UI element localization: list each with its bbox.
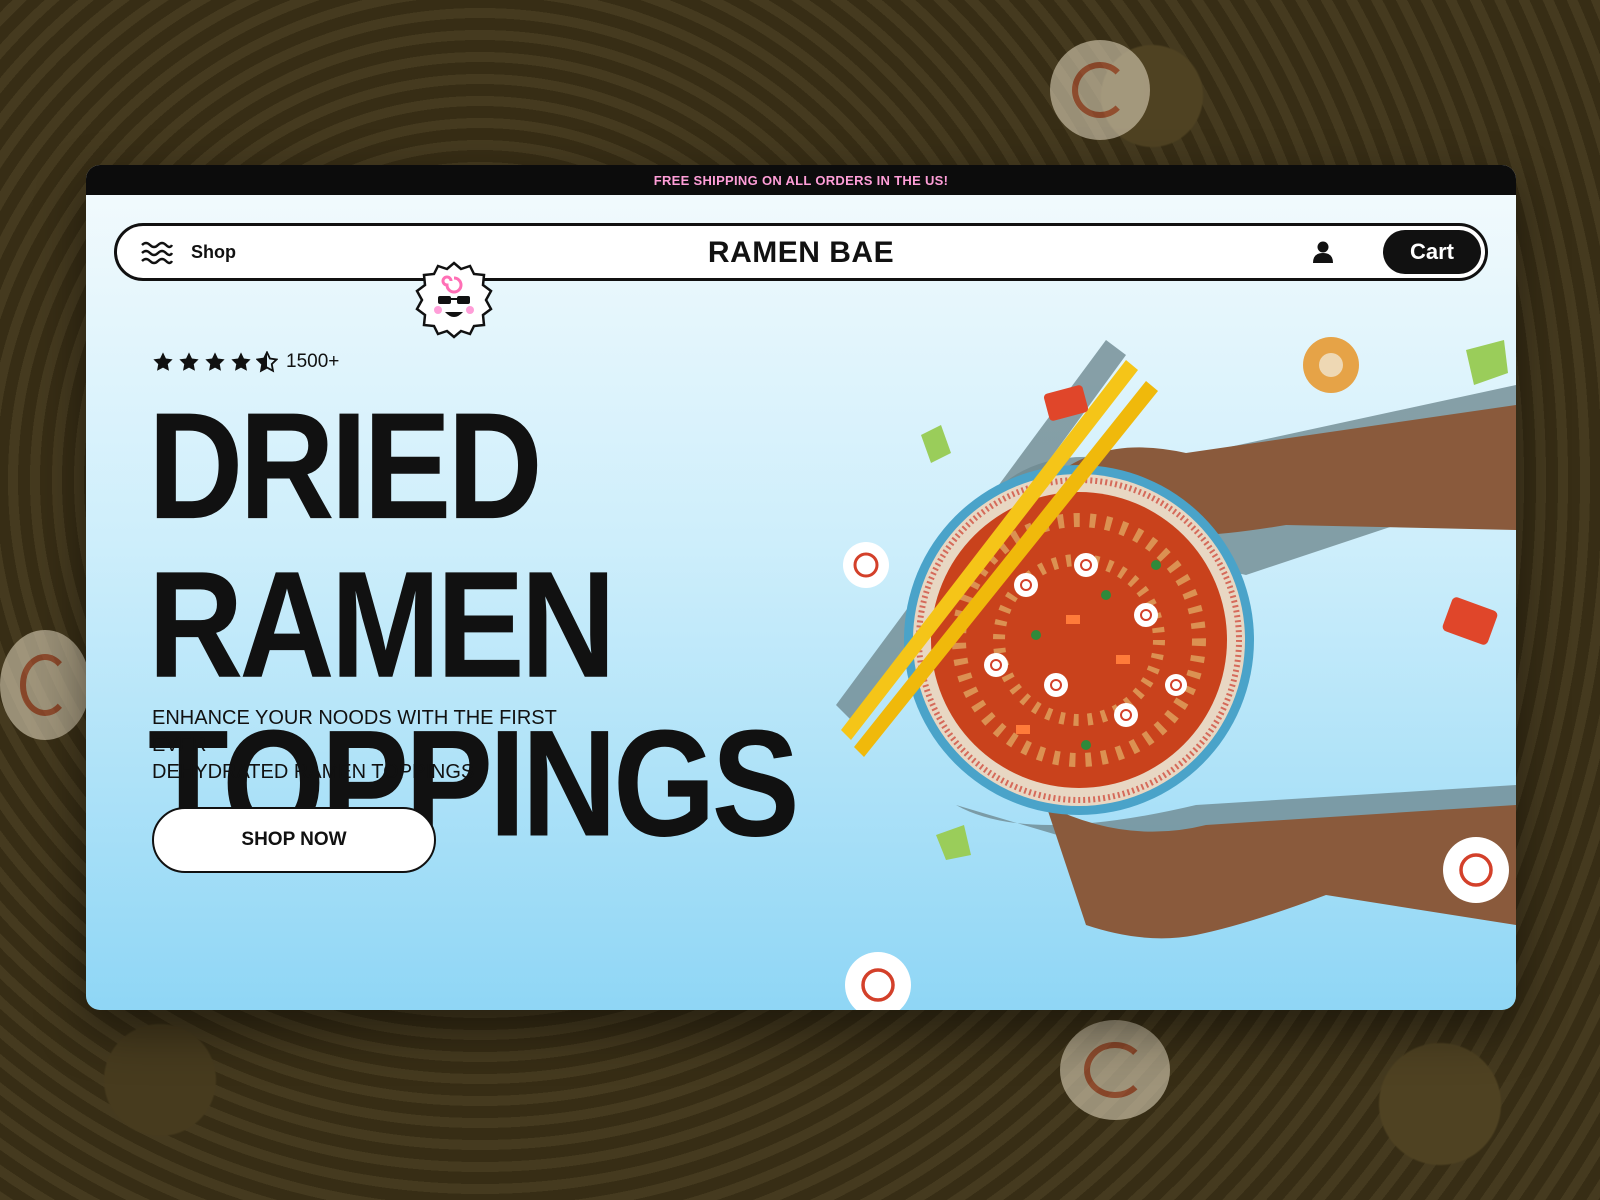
star-icon: [231, 352, 251, 371]
mascot-naruto-icon: [414, 260, 494, 340]
background-naruto: [1060, 1020, 1170, 1120]
star-icon: [205, 352, 225, 371]
floating-naruto: [1443, 837, 1509, 903]
browser-page: FREE SHIPPING ON ALL ORDERS IN THE US! S…: [86, 165, 1516, 1010]
brand-logo[interactable]: RAMEN BAE: [117, 236, 1485, 270]
cart-button[interactable]: Cart: [1383, 230, 1481, 274]
headline-line-1: DRIED RAMEN: [148, 381, 616, 709]
floating-shrimp: [1303, 337, 1359, 393]
hero-headline: DRIED RAMEN TOPPINGS: [148, 381, 800, 863]
ramen-broth: [931, 492, 1227, 788]
half-star-icon: [256, 351, 278, 373]
floating-crab-stick: [1043, 385, 1089, 421]
navbar: Shop RAMEN BAE Cart: [114, 223, 1488, 281]
promo-banner: FREE SHIPPING ON ALL ORDERS IN THE US!: [86, 165, 1516, 195]
star-icon: [153, 352, 173, 371]
ramen-bowl-hero-image: [836, 337, 1516, 1010]
star-icon: [179, 352, 199, 371]
subtext-line-1: ENHANCE YOUR NOODS WITH THE FIRST EVER: [152, 707, 557, 756]
subtext-line-2: DEHYDRATED RAMEN TOPPINGS: [152, 761, 475, 783]
user-icon[interactable]: [1312, 240, 1334, 264]
background-naruto: [0, 630, 90, 740]
product-rating: 1500+: [152, 351, 339, 373]
star-rating: [152, 351, 278, 373]
floating-naruto: [843, 542, 889, 588]
shop-now-button[interactable]: SHOP NOW: [152, 807, 436, 873]
background-naruto: [1050, 40, 1150, 140]
floating-naruto: [845, 952, 911, 1010]
floating-scallion: [936, 825, 971, 860]
floating-scallion: [1466, 340, 1508, 385]
floating-crab-stick: [1442, 597, 1498, 645]
floating-scallion: [921, 425, 951, 463]
hero-subtext: ENHANCE YOUR NOODS WITH THE FIRST EVER D…: [152, 705, 612, 786]
rating-count: 1500+: [286, 351, 340, 372]
